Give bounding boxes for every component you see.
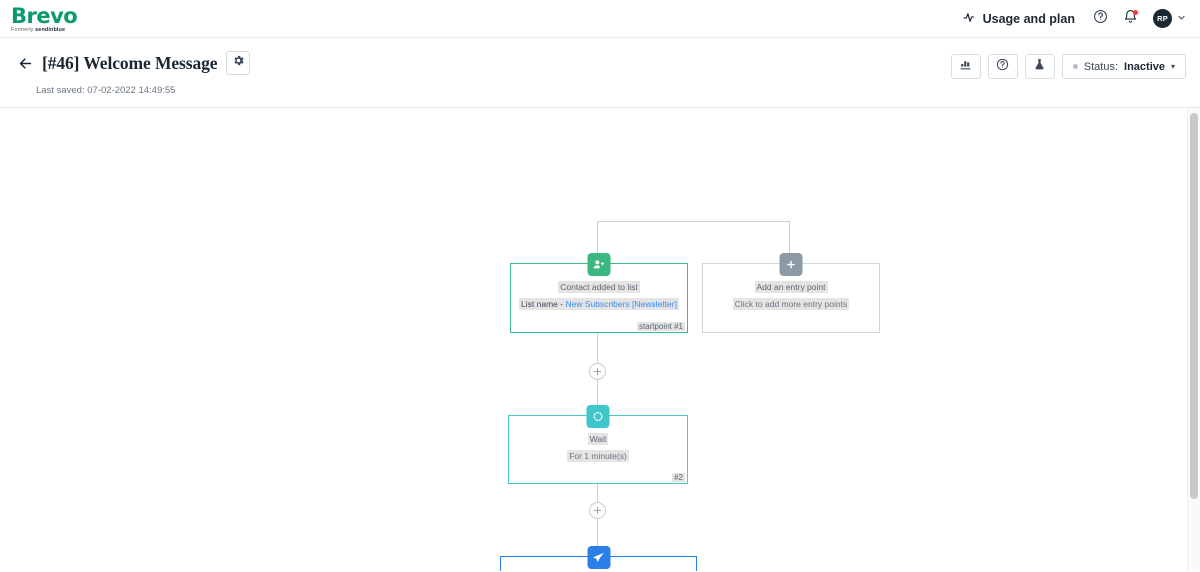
workflow-title-block: [#46] Welcome Message Last saved: 07-02-… [18,51,251,107]
workflow-actions: Status: Inactive ▾ [950,51,1186,107]
brand-tagline: Formerly sendinblue [11,26,66,33]
node-subtitle: For 1 minute(s) [567,450,629,462]
node-add-entry-point[interactable]: Add an entry point Click to add more ent… [702,253,880,333]
help-circle-icon [996,58,1009,76]
notification-badge-dot [1133,9,1138,15]
node-send-email[interactable]: Send Email Send Email - Default template… [500,546,697,571]
notifications-button[interactable] [1115,4,1145,34]
node-subtitle: List name - New Subscribers [Newsletter] [519,298,679,310]
add-step-button[interactable] [589,363,606,380]
workflow-header: [#46] Welcome Message Last saved: 07-02-… [0,38,1200,108]
paper-plane-icon[interactable] [587,546,610,569]
page-title: [#46] Welcome Message [42,52,218,73]
test-workflow-button[interactable] [1024,54,1055,79]
node-contact-added-to-list[interactable]: Contact added to list List name - New Su… [510,253,688,333]
node-subtitle: Click to add more entry points [732,298,850,310]
node-title: Wait [587,433,609,445]
brand-name: Brevo [11,3,78,28]
top-navigation-bar: Brevo Formerly sendinblue Usage and plan… [0,0,1200,38]
top-nav-actions: Usage and plan RP [953,4,1186,34]
status-value: Inactive [1124,60,1165,73]
usage-and-plan-link[interactable]: Usage and plan [953,7,1085,31]
plus-icon[interactable] [779,253,803,276]
account-menu[interactable]: RP [1145,9,1186,28]
activity-pulse-icon [963,11,976,27]
gear-icon [232,54,245,72]
flask-icon [1033,58,1046,76]
connector-line [597,221,790,222]
status-indicator-dot [1072,64,1078,69]
bar-chart-icon [959,58,972,76]
contact-add-icon[interactable] [587,253,611,276]
avatar: RP [1153,9,1172,28]
chevron-down-icon [1177,13,1186,24]
workflow-canvas[interactable]: Contact added to list List name - New Su… [0,108,1200,571]
statistics-button[interactable] [950,54,981,79]
scrollbar-thumb[interactable] [1190,113,1198,499]
node-link: New Subscribers [Newsletter] [565,299,677,309]
brevo-logo[interactable]: Brevo Formerly sendinblue [11,3,78,34]
node-reference: #2 [672,473,685,482]
last-saved-label: Last saved: 07-02-2022 14:49:55 [36,85,176,96]
status-label: Status: [1083,60,1119,73]
workflow-diagram: Contact added to list List name - New Su… [0,108,1200,571]
back-arrow-icon[interactable] [18,56,33,71]
vertical-scrollbar[interactable] [1187,108,1200,571]
workflow-settings-button[interactable] [226,51,251,75]
node-wait[interactable]: Wait For 1 minute(s) #2 [508,405,688,484]
node-title: Contact added to list [558,281,640,293]
chevron-down-icon: ▾ [1170,62,1175,71]
help-button[interactable] [987,54,1018,79]
add-step-button[interactable] [589,502,606,519]
node-reference: startpoint #1 [636,322,685,331]
usage-and-plan-label: Usage and plan [982,11,1075,26]
node-title: Add an entry point [754,281,828,293]
help-circle-icon [1093,9,1108,29]
status-dropdown[interactable]: Status: Inactive ▾ [1061,54,1186,79]
wait-spinner-icon[interactable] [586,405,610,428]
help-button[interactable] [1085,4,1115,34]
